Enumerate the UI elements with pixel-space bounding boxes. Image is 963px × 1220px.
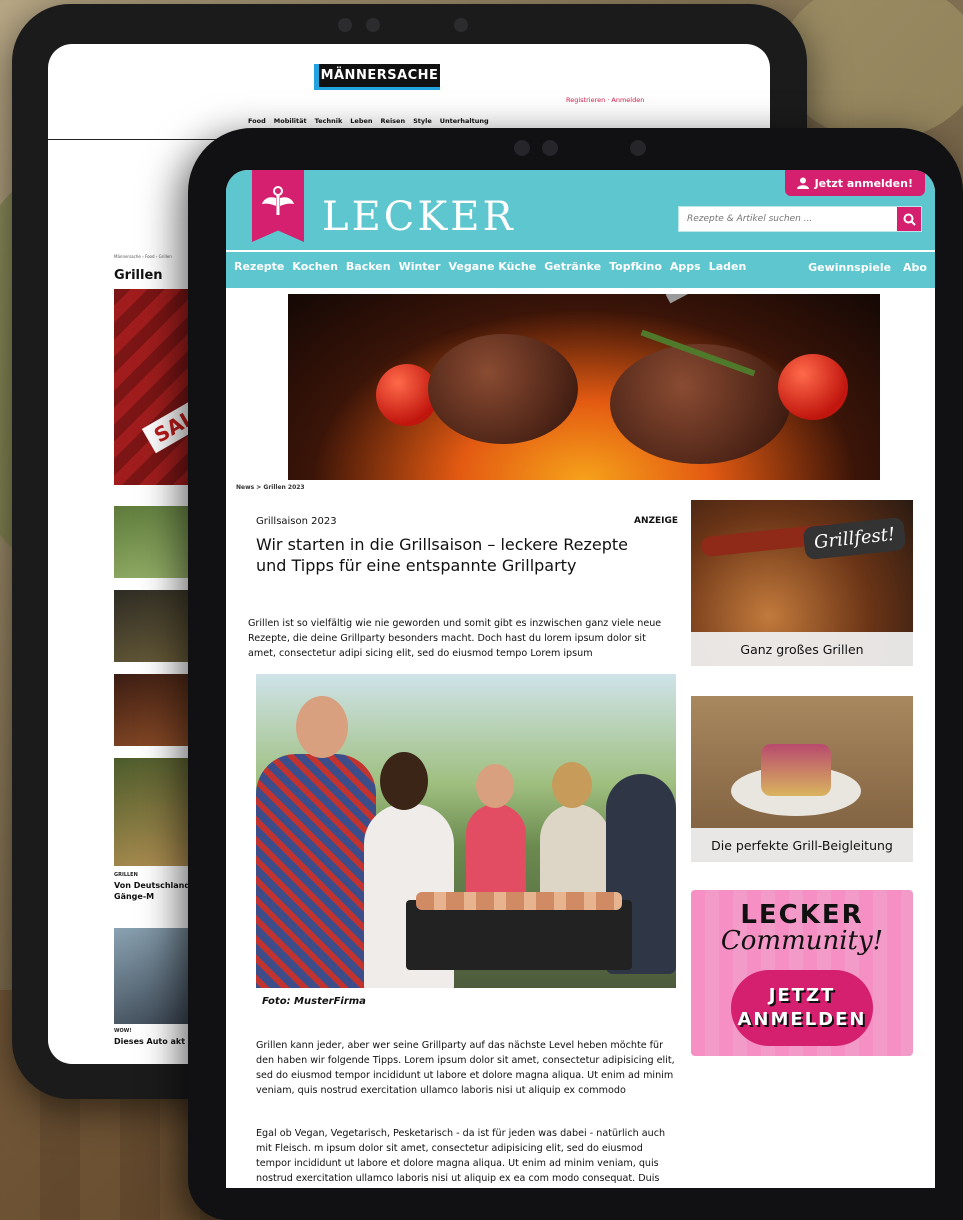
nav-item-laden[interactable]: Laden [709,260,747,273]
login-label: Jetzt anmelden! [814,176,913,190]
maennersache-header: MÄNNERSACHE Registrieren · Anmelden Food… [48,44,770,140]
chef-wings-icon [262,186,294,215]
search-input[interactable] [679,214,897,224]
person-shape [256,754,376,988]
nav-item-topfkino[interactable]: Topfkino [609,260,662,273]
nav-item-rezepte[interactable]: Rezepte [234,260,284,273]
camera-icon [366,18,380,32]
nav-item-abo[interactable]: Abo [903,261,927,274]
teaser-category: WOW! [114,1028,132,1034]
nav-item-vegane-kueche[interactable]: Vegane Küche [448,260,536,273]
person-head [380,752,428,810]
camera-icon [542,140,558,156]
sidebar-card-beilage[interactable]: Die perfekte Grill-Beigleitung [691,696,913,862]
nav-item[interactable]: Leben [350,117,372,125]
main-nav: Rezepte Kochen Backen Winter Vegane Küch… [226,250,935,280]
auth-links[interactable]: Registrieren · Anmelden [566,96,644,104]
breadcrumb: Männersache › Food › Grillen [114,254,172,259]
user-icon [796,177,809,189]
camera-icon [338,18,352,32]
steak-shape [428,334,578,444]
tomato-shape [778,354,848,420]
person-head [552,762,592,808]
image-caption: Foto: MusterFirma [262,996,366,1007]
community-sub: Community! [720,926,884,956]
nav-item-gewinnspiele[interactable]: Gewinnspiele [808,261,891,274]
nav-item-getraenke[interactable]: Getränke [544,260,601,273]
grillfest-badge: Grillfest! [802,516,907,561]
background-foliage [780,0,963,140]
person-head [476,764,514,808]
page-title: Grillen [114,268,163,283]
cta-line: ANMELDEN [737,1009,867,1030]
camera-icon [630,140,646,156]
search-icon [903,213,916,226]
search-bar [678,206,922,232]
sidebar-card-grillen[interactable]: Grillfest! Ganz großes Grillen [691,500,913,666]
maennersache-nav: Food Mobilität Technik Leben Reisen Styl… [248,117,489,125]
grill-fork [665,294,812,304]
nav-item[interactable]: Unterhaltung [440,117,489,125]
party-image [256,674,676,988]
search-button[interactable] [897,207,921,231]
nav-item-backen[interactable]: Backen [346,260,391,273]
camera-icon [514,140,530,156]
article-paragraph: Egal ob Vegan, Vegetarisch, Pesketarisch… [256,1128,666,1184]
steak-shape [610,344,790,464]
person-head [296,696,348,758]
grill-food [416,892,622,910]
lecker-logo-ribbon[interactable] [252,170,304,242]
ad-label: ANZEIGE [634,516,679,526]
teaser-category: GRILLEN [114,872,138,878]
nav-item-apps[interactable]: Apps [670,260,701,273]
nav-item[interactable]: Technik [315,117,343,125]
hero-grill-image [288,294,880,480]
lecker-brand[interactable]: LECKER [322,194,516,240]
card-label: Ganz großes Grillen [691,632,913,666]
lecker-header: Jetzt anmelden! LECKER Rezepte Koche [226,170,935,288]
grill-shape [406,900,632,970]
maennersache-logo[interactable]: MÄNNERSACHE [314,64,440,90]
community-signup-button[interactable]: JETZT ANMELDEN [731,970,873,1046]
card-label: Die perfekte Grill-Beigleitung [691,828,913,862]
nav-right: Gewinnspiele Abo [808,252,927,282]
login-button[interactable]: Jetzt anmelden! [784,170,925,196]
front-tablet: Jetzt anmelden! LECKER Rezepte Koche [188,128,963,1220]
community-ad[interactable]: LECKER Community! JETZT ANMELDEN [691,890,913,1056]
nav-item[interactable]: Style [413,117,432,125]
nav-item[interactable]: Reisen [381,117,406,125]
article-kicker: Grillsaison 2023 [256,516,337,527]
article-intro: Grillen ist so vielfältig wie nie geword… [248,618,662,659]
nav-item-kochen[interactable]: Kochen [292,260,338,273]
cta-line: JETZT [768,985,836,1006]
breadcrumb[interactable]: News > Grillen 2023 [236,484,305,491]
article-headline: Wir starten in die Grillsaison – leckere… [256,535,628,575]
article-paragraph: Grillen kann jeder, aber wer seine Grill… [256,1040,675,1096]
camera-icon [454,18,468,32]
lecker-screen: Jetzt anmelden! LECKER Rezepte Koche [226,170,935,1188]
food-stack [761,744,831,796]
nav-item-winter[interactable]: Winter [399,260,441,273]
nav-item[interactable]: Mobilität [274,117,307,125]
nav-item[interactable]: Food [248,117,266,125]
